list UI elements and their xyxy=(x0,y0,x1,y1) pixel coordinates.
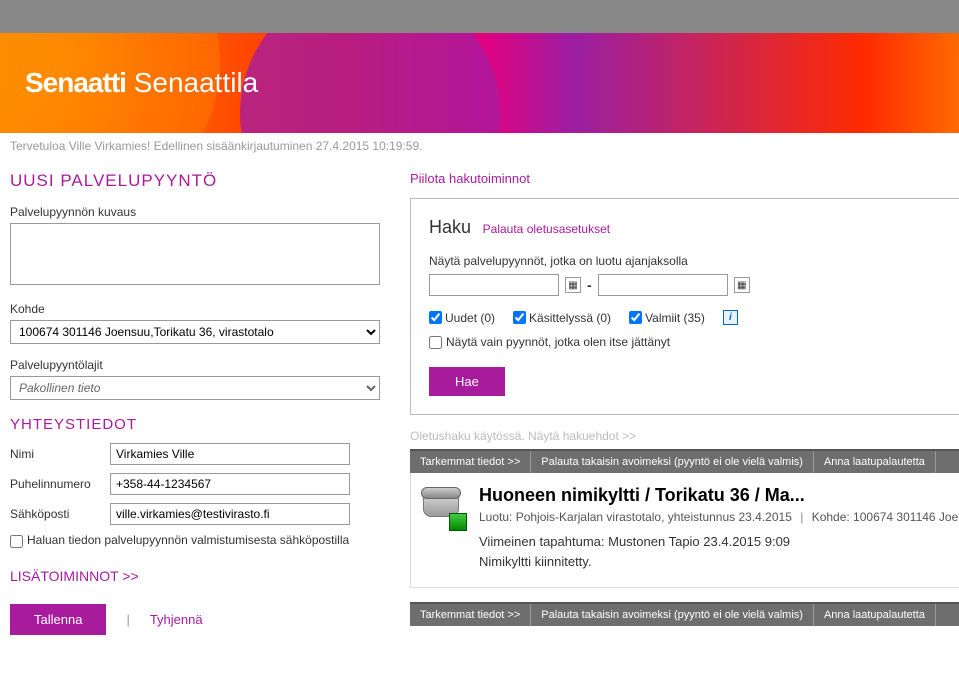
description-label: Palvelupyynnön kuvaus xyxy=(10,205,380,219)
filter-new-checkbox[interactable] xyxy=(429,311,442,324)
brand-logo-bold: Senaatti xyxy=(25,67,126,98)
default-search-notice: Oletushaku käytössä. Näytä hakuehdot >> xyxy=(410,429,959,443)
own-only-checkbox[interactable] xyxy=(429,336,442,349)
restore-defaults-link[interactable]: Palauta oletusasetukset xyxy=(483,222,610,236)
name-label: Nimi xyxy=(10,447,110,461)
result-reopen-button[interactable]: Palauta takaisin avoimeksi (pyyntö ei ol… xyxy=(531,451,814,473)
calendar-icon[interactable]: ▦ xyxy=(565,277,581,293)
request-type-select[interactable]: Pakollinen tieto xyxy=(10,376,380,400)
notify-checkbox[interactable] xyxy=(10,535,23,548)
date-range-label: Näytä palvelupyynnöt, jotka on luotu aja… xyxy=(429,254,959,268)
phone-icon xyxy=(421,489,463,525)
info-icon[interactable]: i xyxy=(723,310,738,325)
result-type-icon xyxy=(421,485,463,569)
filter-processing-label: Käsittelyssä (0) xyxy=(529,311,611,325)
contact-heading: YHTEYSTIEDOT xyxy=(10,416,380,433)
result-reopen-button[interactable]: Palauta takaisin avoimeksi (pyyntö ei ol… xyxy=(531,604,814,626)
clear-button[interactable]: Tyhjennä xyxy=(150,612,203,627)
filter-processing-checkbox[interactable] xyxy=(513,311,526,324)
result-note: Nimikyltti kiinnitetty. xyxy=(479,554,959,569)
new-request-heading: UUSI PALVELUPYYNTÖ xyxy=(10,171,380,191)
result-details-button[interactable]: Tarkemmat tiedot >> xyxy=(410,604,531,626)
target-select[interactable]: 100674 301146 Joensuu,Torikatu 36, viras… xyxy=(10,320,380,344)
result-title: Huoneen nimikyltti / Torikatu 36 / Ma... xyxy=(479,485,959,506)
date-range-dash: - xyxy=(587,277,592,293)
brand-banner: Senaatti Senaattila xyxy=(0,33,959,133)
result-action-bar: Tarkemmat tiedot >> Palauta takaisin avo… xyxy=(410,602,959,626)
request-type-label: Palvelupyyntölajit xyxy=(10,358,380,372)
result-card: Huoneen nimikyltti / Torikatu 36 / Ma...… xyxy=(410,473,959,588)
search-heading: Haku xyxy=(429,217,471,237)
save-button[interactable]: Tallenna xyxy=(10,604,106,635)
left-panel: UUSI PALVELUPYYNTÖ Palvelupyynnön kuvaus… xyxy=(10,159,380,635)
search-panel: Haku Palauta oletusasetukset Näytä palve… xyxy=(410,198,959,415)
calendar-icon[interactable]: ▦ xyxy=(734,277,750,293)
brand-logo-light: Senaattila xyxy=(134,67,259,98)
hide-search-link[interactable]: Piilota hakutoiminnot xyxy=(410,171,959,186)
right-panel: Piilota hakutoiminnot Haku Palauta oletu… xyxy=(410,159,959,635)
result-details-button[interactable]: Tarkemmat tiedot >> xyxy=(410,451,531,473)
brand-logo: Senaatti Senaattila xyxy=(25,67,258,99)
welcome-message: Tervetuloa Ville Virkamies! Edellinen si… xyxy=(0,133,959,159)
phone-input[interactable] xyxy=(110,473,350,495)
filter-done-label: Valmiit (35) xyxy=(645,311,705,325)
additional-functions-link[interactable]: LISÄTOIMINNOT >> xyxy=(10,568,380,584)
result-last-event: Viimeinen tapahtuma: Mustonen Tapio 23.4… xyxy=(479,534,959,549)
result-feedback-button[interactable]: Anna laatupalautetta xyxy=(814,451,936,473)
top-bar xyxy=(0,0,959,33)
divider: | xyxy=(126,612,129,627)
result-feedback-button[interactable]: Anna laatupalautetta xyxy=(814,604,936,626)
email-label: Sähköposti xyxy=(10,507,110,521)
date-to-input[interactable] xyxy=(598,274,728,296)
search-button[interactable]: Hae xyxy=(429,367,505,396)
target-label: Kohde xyxy=(10,302,380,316)
phone-label: Puhelinnumero xyxy=(10,477,110,491)
notify-checkbox-label: Haluan tiedon palvelupyynnön valmistumis… xyxy=(27,533,349,547)
description-textarea[interactable] xyxy=(10,223,380,285)
filter-done-checkbox[interactable] xyxy=(629,311,642,324)
result-action-bar: Tarkemmat tiedot >> Palauta takaisin avo… xyxy=(410,449,959,473)
own-only-label: Näytä vain pyynnöt, jotka olen itse jätt… xyxy=(446,335,670,349)
name-input[interactable] xyxy=(110,443,350,465)
date-from-input[interactable] xyxy=(429,274,559,296)
email-input[interactable] xyxy=(110,503,350,525)
filter-new-label: Uudet (0) xyxy=(445,311,495,325)
result-meta: Luotu: Pohjois-Karjalan virastotalo, yht… xyxy=(479,510,959,524)
